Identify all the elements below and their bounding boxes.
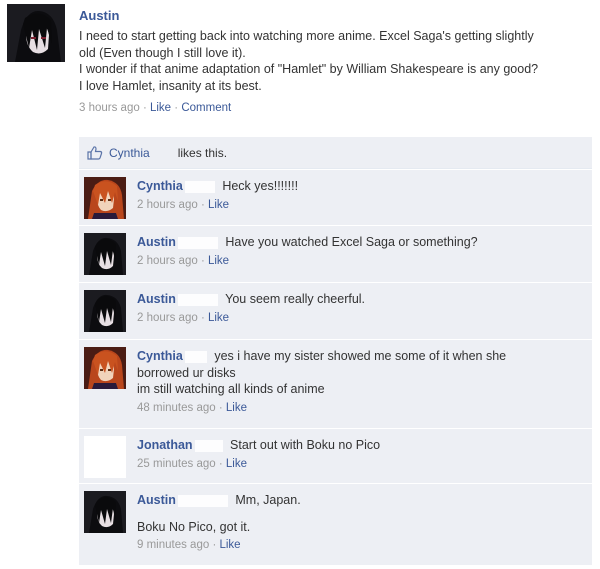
comment-meta: 2 hours ago · Like [137, 253, 580, 270]
post-timestamp: 3 hours ago [79, 102, 140, 114]
comment-like-link[interactable]: Like [208, 312, 229, 324]
redaction [194, 439, 223, 452]
commenter-avatar[interactable] [84, 233, 126, 275]
comment-text: im still watching all kinds of anime [137, 382, 325, 396]
comment-author[interactable]: Austin [137, 235, 176, 249]
separator: · [215, 457, 226, 470]
comment-content: Austin Mm, Japan. Boku No Pico, got it. … [79, 484, 592, 562]
separator: · [209, 539, 220, 551]
comment-text: Mm, Japan. [235, 493, 301, 507]
comment-content: Cynthia yes i have my sister showed me s… [79, 340, 592, 424]
line-break [137, 509, 580, 519]
comment-text: borrowed ur disks [137, 365, 236, 380]
liker-name[interactable]: Cynthia [109, 146, 150, 160]
post-line: I need to start getting back into watchi… [79, 29, 534, 43]
comment-timestamp: 48 minutes ago [137, 401, 216, 414]
post-meta: 3 hours ago · Like · Comment [79, 102, 594, 114]
post-line: I wonder if that anime adaptation of "Ha… [79, 62, 539, 76]
redaction [184, 350, 207, 363]
comment-content: Austin You seem really cheerful. 2 hours… [79, 283, 592, 334]
feedback-section: Cynthia likes this. Cynthia Heck yes!!!!… [79, 137, 592, 565]
post-message: I need to start getting back into watchi… [79, 28, 594, 94]
redaction [177, 494, 228, 507]
comment-text: Start out with Boku no Pico [230, 438, 381, 452]
comment-author[interactable]: Cynthia [137, 349, 183, 363]
comment: Austin Mm, Japan. Boku No Pico, got it. … [79, 483, 592, 565]
comment-meta: 2 hours ago · Like [137, 310, 580, 327]
separator: · [197, 311, 208, 324]
post-author-avatar[interactable] [7, 4, 65, 62]
comment-timestamp: 2 hours ago [137, 198, 198, 211]
comment-author[interactable]: Austin [137, 292, 176, 306]
comment-like-link[interactable]: Like [226, 402, 247, 414]
separator: · [197, 198, 208, 211]
commenter-avatar[interactable] [84, 177, 126, 219]
comment-like-link[interactable]: Like [219, 539, 240, 551]
comment: Austin Have you watched Excel Saga or so… [79, 225, 592, 282]
comment-author[interactable]: Jonathan [137, 438, 193, 452]
comment-like-link[interactable]: Like [208, 199, 229, 211]
separator: · [197, 254, 208, 267]
commenter-avatar[interactable] [84, 491, 126, 533]
separator: · [139, 102, 150, 114]
comment-text: yes i have my sister showed me some of i… [214, 349, 507, 363]
commenter-avatar[interactable] [84, 290, 126, 332]
post-comment-link[interactable]: Comment [181, 102, 231, 114]
comment-meta: 48 minutes ago · Like [137, 400, 580, 417]
comment-content: Cynthia Heck yes!!!!!!! 2 hours ago · Li… [79, 170, 592, 221]
comment-meta: 9 minutes ago · Like [137, 537, 580, 554]
comment: Jonathan Start out with Boku no Pico 25 … [79, 428, 592, 483]
thumbs-up-icon [87, 145, 103, 160]
comment: Cynthia yes i have my sister showed me s… [79, 339, 592, 428]
comment-text: You seem really cheerful. [225, 292, 366, 306]
comment-meta: 2 hours ago · Like [137, 197, 580, 214]
comment-timestamp: 25 minutes ago [137, 457, 216, 470]
commenter-avatar[interactable] [84, 436, 126, 478]
comment-timestamp: 2 hours ago [137, 254, 198, 267]
comment-content: Jonathan Start out with Boku no Pico 25 … [79, 429, 592, 480]
post-like-link[interactable]: Like [150, 102, 171, 114]
separator: · [171, 102, 182, 114]
comment: Austin You seem really cheerful. 2 hours… [79, 282, 592, 339]
post: Austin I need to start getting back into… [79, 8, 594, 114]
likes-summary: Cynthia likes this. [79, 137, 592, 169]
comment-author[interactable]: Cynthia [137, 179, 183, 193]
post-line: I love Hamlet, insanity at its best. [79, 78, 262, 93]
comment-text: Have you watched Excel Saga or something… [225, 235, 478, 249]
comment-text: Boku No Pico, got it. [137, 519, 251, 534]
comment-content: Austin Have you watched Excel Saga or so… [79, 226, 592, 277]
comment-like-link[interactable]: Like [208, 255, 229, 267]
commenter-avatar[interactable] [84, 347, 126, 389]
comment-meta: 25 minutes ago · Like [137, 456, 580, 473]
redaction [177, 236, 218, 249]
post-line: old (Even though I still love it). [79, 45, 246, 60]
comment-timestamp: 2 hours ago [137, 311, 198, 324]
redaction [184, 180, 215, 193]
comment-author[interactable]: Austin [137, 493, 176, 507]
redaction [177, 293, 218, 306]
likes-text: likes this. [177, 145, 228, 160]
comment-like-link[interactable]: Like [226, 458, 247, 470]
comment-text: Heck yes!!!!!!! [222, 179, 299, 193]
comment: Cynthia Heck yes!!!!!!! 2 hours ago · Li… [79, 169, 592, 225]
separator: · [215, 401, 226, 414]
comment-timestamp: 9 minutes ago [137, 539, 210, 551]
post-author-name[interactable]: Austin [79, 8, 594, 23]
